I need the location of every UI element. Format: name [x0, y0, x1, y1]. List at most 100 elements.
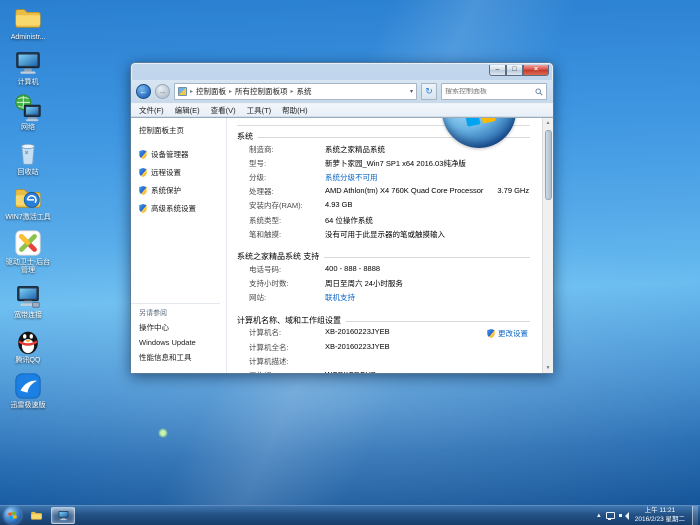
title-bar[interactable]: – □ ×	[131, 63, 553, 80]
sidebar-item-label: 设备管理器	[151, 149, 189, 160]
info-row: 系统类型: 64 位操作系统	[237, 213, 530, 227]
icon-label: 网络	[21, 124, 35, 132]
taskbar-system-window-button[interactable]	[51, 507, 75, 524]
menu-edit[interactable]: 编辑(E)	[175, 105, 200, 116]
show-desktop-button[interactable]	[692, 506, 698, 525]
section-header: 计算机名称、域和工作组设置	[237, 315, 341, 326]
network-icon	[13, 93, 43, 123]
info-row: 分级: 系统分级不可用	[237, 170, 530, 184]
field-value: 新萝卜家园_Win7 SP1 x64 2016.03纯净版	[325, 158, 466, 169]
chevron-right-icon: ▸	[291, 88, 294, 95]
vertical-scrollbar[interactable]: ▲ ▼	[542, 118, 553, 373]
field-label: 计算机全名:	[249, 342, 325, 353]
breadcrumb-system[interactable]: 系统	[297, 86, 312, 97]
icon-label: 驱动卫士-后台管理	[3, 259, 53, 275]
info-row: 计算机全名: XB-20160223JYEB	[237, 340, 530, 354]
navigation-bar: ← → ▸ 控制面板 ▸ 所有控制面板项 ▸ 系统 ▾ ↻	[131, 80, 553, 103]
field-label: 安装内存(RAM):	[249, 200, 325, 211]
refresh-icon: ↻	[425, 86, 433, 96]
scrollbar-thumb[interactable]	[545, 130, 552, 200]
menu-tools[interactable]: 工具(T)	[247, 105, 272, 116]
desktop-icon-thunder[interactable]: 迅雷极速版	[2, 371, 54, 410]
info-row: 安装内存(RAM): 4.93 GB	[237, 199, 530, 213]
desktop-icon-qq[interactable]: 腾讯QQ	[2, 326, 54, 365]
sidebar-item-label: 远程设置	[151, 167, 181, 178]
taskbar-explorer-button[interactable]	[24, 507, 48, 524]
desktop-icon-computer[interactable]: 计算机	[2, 48, 54, 87]
menu-view[interactable]: 查看(V)	[211, 105, 236, 116]
uac-shield-icon	[139, 168, 147, 177]
scroll-up-icon[interactable]: ▲	[546, 118, 551, 128]
windows-flag-icon	[7, 510, 18, 521]
wallpaper-sparkle	[158, 428, 168, 438]
field-value: AMD Athlon(tm) X4 760K Quad Core Process…	[325, 186, 483, 197]
field-label: 支持小时数:	[249, 278, 325, 289]
close-icon: ×	[534, 66, 538, 73]
field-label: 电话号码:	[249, 264, 325, 275]
info-row: 电话号码: 400 - 888 - 8888	[237, 262, 530, 276]
sidebar: 控制面板主页 设备管理器 远程设置 系统保护	[131, 118, 227, 373]
uac-shield-icon	[139, 204, 147, 213]
desktop-icon-broadband[interactable]: 宽带连接	[2, 281, 54, 320]
sidebar-item-windows-update[interactable]: Windows Update	[139, 338, 220, 347]
tray-expand-icon[interactable]: ▲	[596, 513, 602, 519]
desktop-icon-win7-activator[interactable]: WIN7激活工具	[2, 183, 54, 222]
menu-file[interactable]: 文件(F)	[139, 105, 164, 116]
field-value: 400 - 888 - 8888	[325, 264, 380, 275]
change-settings-link[interactable]: 更改设置	[487, 328, 528, 339]
desktop-icon-guard-app[interactable]: 驱动卫士-后台管理	[2, 228, 54, 275]
icon-label: 计算机	[18, 79, 39, 87]
info-row: 处理器: AMD Athlon(tm) X4 760K Quad Core Pr…	[237, 185, 530, 199]
taskbar: ▲ 上午 11:21 2016/2/23 星期二	[0, 505, 700, 525]
sidebar-item-performance-tools[interactable]: 性能信息和工具	[139, 352, 220, 363]
minimize-button[interactable]: –	[489, 65, 506, 76]
broadband-icon	[13, 281, 43, 311]
sidebar-item-home[interactable]: 控制面板主页	[139, 125, 226, 136]
desktop-icon-network[interactable]: 网络	[2, 93, 54, 132]
maximize-button[interactable]: □	[506, 65, 523, 76]
menu-help[interactable]: 帮助(H)	[282, 105, 307, 116]
refresh-button[interactable]: ↻	[421, 83, 437, 100]
section-header: 系统	[237, 131, 253, 142]
taskbar-clock[interactable]: 上午 11:21 2016/2/23 星期二	[631, 507, 689, 523]
breadcrumb-control-panel[interactable]: 控制面板	[196, 86, 226, 97]
address-bar[interactable]: ▸ 控制面板 ▸ 所有控制面板项 ▸ 系统 ▾	[174, 83, 417, 100]
system-window-icon	[57, 509, 70, 522]
chevron-down-icon[interactable]: ▾	[410, 88, 413, 95]
recycle-bin-icon	[13, 138, 43, 168]
network-tray-icon[interactable]	[606, 512, 615, 520]
field-label: 笔和触摸:	[249, 229, 325, 240]
section-support: 系统之家精品系统 支持 电话号码: 400 - 888 - 8888 支持小时数…	[237, 251, 530, 305]
close-button[interactable]: ×	[523, 65, 549, 76]
uac-shield-icon	[139, 150, 147, 159]
sidebar-item-action-center[interactable]: 操作中心	[139, 322, 220, 333]
field-value: XB-20160223JYEB	[325, 342, 390, 353]
volume-tray-icon[interactable]	[619, 512, 628, 520]
search-box[interactable]	[441, 83, 547, 100]
search-input[interactable]	[445, 88, 535, 95]
desktop-icon-admin-folder[interactable]: Administr...	[2, 3, 54, 42]
field-label: 分级:	[249, 172, 325, 183]
sidebar-item-remote-settings[interactable]: 远程设置	[139, 167, 226, 178]
cpu-speed: 3.79 GHz	[497, 186, 529, 197]
desktop-icon-recycle-bin[interactable]: 回收站	[2, 138, 54, 177]
rating-unavailable-link[interactable]: 系统分级不可用	[325, 172, 378, 183]
icon-label: Administr...	[11, 34, 46, 42]
chevron-right-icon: ▸	[190, 88, 193, 95]
back-button[interactable]: ←	[136, 84, 151, 99]
field-label: 网站:	[249, 292, 325, 303]
sidebar-item-system-protection[interactable]: 系统保护	[139, 185, 226, 196]
back-icon: ←	[140, 87, 148, 96]
field-value: 4.93 GB	[325, 200, 353, 211]
qq-penguin-icon	[13, 326, 43, 356]
forward-button[interactable]: →	[155, 84, 170, 99]
sidebar-item-advanced-settings[interactable]: 高级系统设置	[139, 203, 226, 214]
change-settings-label: 更改设置	[498, 328, 528, 339]
online-support-link[interactable]: 联机支持	[325, 292, 355, 303]
thunder-icon	[13, 371, 43, 401]
breadcrumb-all-items[interactable]: 所有控制面板项	[235, 86, 288, 97]
sidebar-item-device-manager[interactable]: 设备管理器	[139, 149, 226, 160]
section-computer-name: 计算机名称、域和工作组设置 更改设置 计算机名: XB-20160223JYEB…	[237, 315, 530, 373]
scroll-down-icon[interactable]: ▼	[546, 363, 551, 373]
start-button[interactable]	[4, 507, 21, 524]
